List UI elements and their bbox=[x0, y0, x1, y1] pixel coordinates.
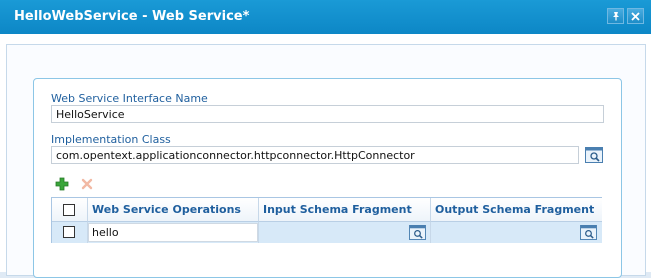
column-header-output-schema[interactable]: Output Schema Fragment bbox=[431, 198, 602, 222]
add-operation-button[interactable] bbox=[55, 177, 69, 191]
table-row-output-cell[interactable] bbox=[431, 222, 602, 243]
pin-button[interactable] bbox=[607, 8, 624, 24]
impl-class-browse-button[interactable] bbox=[584, 146, 604, 164]
select-all-checkbox[interactable] bbox=[63, 204, 75, 216]
impl-class-field[interactable]: com.opentext.applicationconnector.httpco… bbox=[51, 146, 579, 164]
column-header-input-schema[interactable]: Input Schema Fragment bbox=[259, 198, 431, 222]
close-icon bbox=[631, 11, 640, 21]
interface-name-field[interactable]: HelloService bbox=[51, 105, 604, 123]
browse-icon bbox=[409, 225, 426, 240]
browse-icon bbox=[580, 225, 597, 240]
title-bar: HelloWebService - Web Service* bbox=[0, 0, 651, 34]
plus-icon bbox=[55, 177, 69, 191]
delete-operation-button[interactable] bbox=[80, 177, 94, 191]
grid-header-select bbox=[52, 198, 88, 222]
x-icon bbox=[81, 178, 93, 190]
operation-name-input[interactable]: hello bbox=[88, 223, 258, 242]
window-title: HelloWebService - Web Service* bbox=[14, 9, 250, 24]
close-button[interactable] bbox=[627, 8, 644, 24]
column-header-operations[interactable]: Web Service Operations bbox=[88, 198, 259, 222]
row-checkbox[interactable] bbox=[63, 226, 75, 238]
browse-icon bbox=[585, 147, 603, 163]
impl-class-label: Implementation Class bbox=[51, 133, 171, 146]
web-service-editor-window: HelloWebService - Web Service* Web Servi… bbox=[0, 0, 651, 278]
table-row-select-cell bbox=[52, 222, 88, 243]
pin-icon bbox=[612, 12, 619, 21]
interface-name-label: Web Service Interface Name bbox=[51, 92, 208, 105]
operations-grid: Web Service Operations Input Schema Frag… bbox=[51, 197, 602, 243]
table-row-input-cell[interactable] bbox=[259, 222, 431, 243]
